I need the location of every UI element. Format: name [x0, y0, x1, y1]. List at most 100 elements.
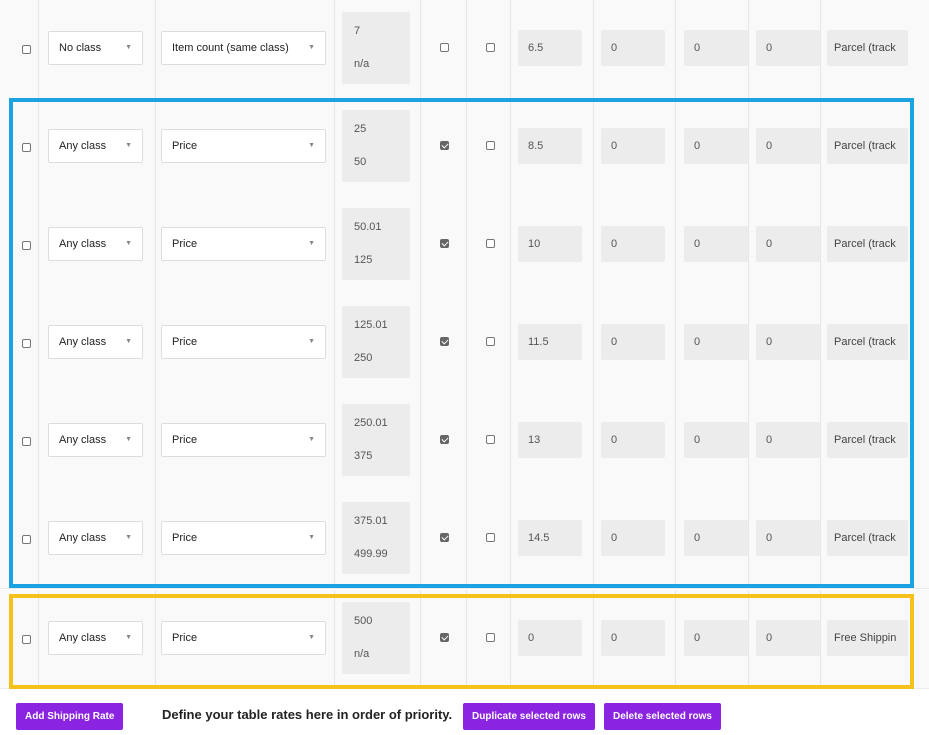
column-divider: [748, 490, 749, 588]
cost-per-kg-input[interactable]: 0: [684, 520, 748, 556]
shipping-class-select[interactable]: No class ▼: [48, 31, 143, 65]
shipping-class-select[interactable]: Any class ▼: [48, 423, 143, 457]
cost-per-kg-input[interactable]: 0: [684, 30, 748, 66]
percent-cost-input[interactable]: 0: [756, 324, 820, 360]
delete-selected-rows-button[interactable]: Delete selected rows: [604, 703, 721, 730]
percent-cost-input[interactable]: 0: [756, 226, 820, 262]
item-cost-input[interactable]: 0: [601, 520, 665, 556]
row-cost-input[interactable]: 14.5: [518, 520, 582, 556]
shipping-class-select[interactable]: Any class ▼: [48, 521, 143, 555]
table-rates-hint: Define your table rates here in order of…: [162, 707, 453, 722]
column-divider: [466, 590, 467, 688]
min-value-input[interactable]: 500: [354, 615, 372, 627]
condition-select[interactable]: Price ▼: [161, 227, 326, 261]
shipping-class-select[interactable]: Any class ▼: [48, 129, 143, 163]
condition-select[interactable]: Price ▼: [161, 621, 326, 655]
max-value-input[interactable]: 375: [354, 450, 372, 462]
min-value-input[interactable]: 375.01: [354, 515, 388, 527]
min-max-fields: 125.01 250: [342, 306, 410, 378]
rate-label-input[interactable]: Parcel (track: [827, 422, 908, 458]
percent-cost-input[interactable]: 0: [756, 422, 820, 458]
break-checkbox[interactable]: [440, 633, 449, 642]
condition-select[interactable]: Item count (same class) ▼: [161, 31, 326, 65]
max-value-input[interactable]: n/a: [354, 648, 369, 660]
column-divider: [820, 392, 821, 490]
row-cost-input[interactable]: 13: [518, 422, 582, 458]
chevron-down-icon: ▼: [308, 534, 315, 541]
condition-select[interactable]: Price ▼: [161, 325, 326, 359]
condition-select[interactable]: Price ▼: [161, 129, 326, 163]
row-cost-input[interactable]: 11.5: [518, 324, 582, 360]
chevron-down-icon: ▼: [125, 534, 132, 541]
column-divider: [334, 392, 335, 490]
item-cost-input[interactable]: 0: [601, 226, 665, 262]
rate-label-input[interactable]: Parcel (track: [827, 324, 908, 360]
max-value-input[interactable]: 250: [354, 352, 372, 364]
percent-cost-input[interactable]: 0: [756, 620, 820, 656]
abort-checkbox[interactable]: [486, 337, 495, 346]
min-value-input[interactable]: 250.01: [354, 417, 388, 429]
abort-checkbox[interactable]: [486, 435, 495, 444]
row-select-checkbox[interactable]: [22, 535, 31, 544]
chevron-down-icon: ▼: [308, 634, 315, 641]
max-value-input[interactable]: 125: [354, 254, 372, 266]
row-cost-input[interactable]: 10: [518, 226, 582, 262]
break-checkbox[interactable]: [440, 239, 449, 248]
cost-per-kg-input[interactable]: 0: [684, 422, 748, 458]
rate-label-input[interactable]: Free Shippin: [827, 620, 908, 656]
condition-select[interactable]: Price ▼: [161, 423, 326, 457]
shipping-class-select[interactable]: Any class ▼: [48, 325, 143, 359]
cost-per-kg-input[interactable]: 0: [684, 620, 748, 656]
row-cost-input[interactable]: 6.5: [518, 30, 582, 66]
rate-label-input[interactable]: Parcel (track: [827, 226, 908, 262]
row-cost-input[interactable]: 0: [518, 620, 582, 656]
max-value-input[interactable]: n/a: [354, 58, 369, 70]
abort-checkbox[interactable]: [486, 533, 495, 542]
row-select-checkbox[interactable]: [22, 339, 31, 348]
percent-cost-input[interactable]: 0: [756, 128, 820, 164]
percent-cost-input[interactable]: 0: [756, 520, 820, 556]
add-shipping-rate-button[interactable]: Add Shipping Rate: [16, 703, 124, 730]
cost-per-kg-input[interactable]: 0: [684, 226, 748, 262]
row-select-checkbox[interactable]: [22, 143, 31, 152]
break-checkbox[interactable]: [440, 533, 449, 542]
column-divider: [334, 294, 335, 392]
break-checkbox[interactable]: [440, 43, 449, 52]
item-cost-input[interactable]: 0: [601, 422, 665, 458]
min-value-input[interactable]: 50.01: [354, 221, 382, 233]
rate-label-input[interactable]: Parcel (track: [827, 128, 908, 164]
cost-per-kg-input[interactable]: 0: [684, 324, 748, 360]
abort-checkbox[interactable]: [486, 239, 495, 248]
max-value-input[interactable]: 499.99: [354, 548, 388, 560]
row-select-checkbox[interactable]: [22, 45, 31, 54]
condition-select[interactable]: Price ▼: [161, 521, 326, 555]
item-cost-input[interactable]: 0: [601, 324, 665, 360]
cost-per-kg-input[interactable]: 0: [684, 128, 748, 164]
min-value-input[interactable]: 25: [354, 123, 366, 135]
row-select-checkbox[interactable]: [22, 437, 31, 446]
column-divider: [38, 98, 39, 196]
min-value-input[interactable]: 125.01: [354, 319, 388, 331]
min-value-input[interactable]: 7: [354, 25, 360, 37]
item-cost-input[interactable]: 0: [601, 128, 665, 164]
shipping-class-select[interactable]: Any class ▼: [48, 227, 143, 261]
max-value-input[interactable]: 50: [354, 156, 366, 168]
break-checkbox[interactable]: [440, 141, 449, 150]
row-select-checkbox[interactable]: [22, 635, 31, 644]
shipping-class-select[interactable]: Any class ▼: [48, 621, 143, 655]
row-cost-input[interactable]: 8.5: [518, 128, 582, 164]
item-cost-input[interactable]: 0: [601, 30, 665, 66]
abort-checkbox[interactable]: [486, 43, 495, 52]
column-divider: [466, 294, 467, 392]
column-divider: [466, 98, 467, 196]
abort-checkbox[interactable]: [486, 633, 495, 642]
abort-checkbox[interactable]: [486, 141, 495, 150]
break-checkbox[interactable]: [440, 435, 449, 444]
rate-label-input[interactable]: Parcel (track: [827, 30, 908, 66]
break-checkbox[interactable]: [440, 337, 449, 346]
row-select-checkbox[interactable]: [22, 241, 31, 250]
item-cost-input[interactable]: 0: [601, 620, 665, 656]
rate-label-input[interactable]: Parcel (track: [827, 520, 908, 556]
duplicate-selected-rows-button[interactable]: Duplicate selected rows: [463, 703, 595, 730]
percent-cost-input[interactable]: 0: [756, 30, 820, 66]
